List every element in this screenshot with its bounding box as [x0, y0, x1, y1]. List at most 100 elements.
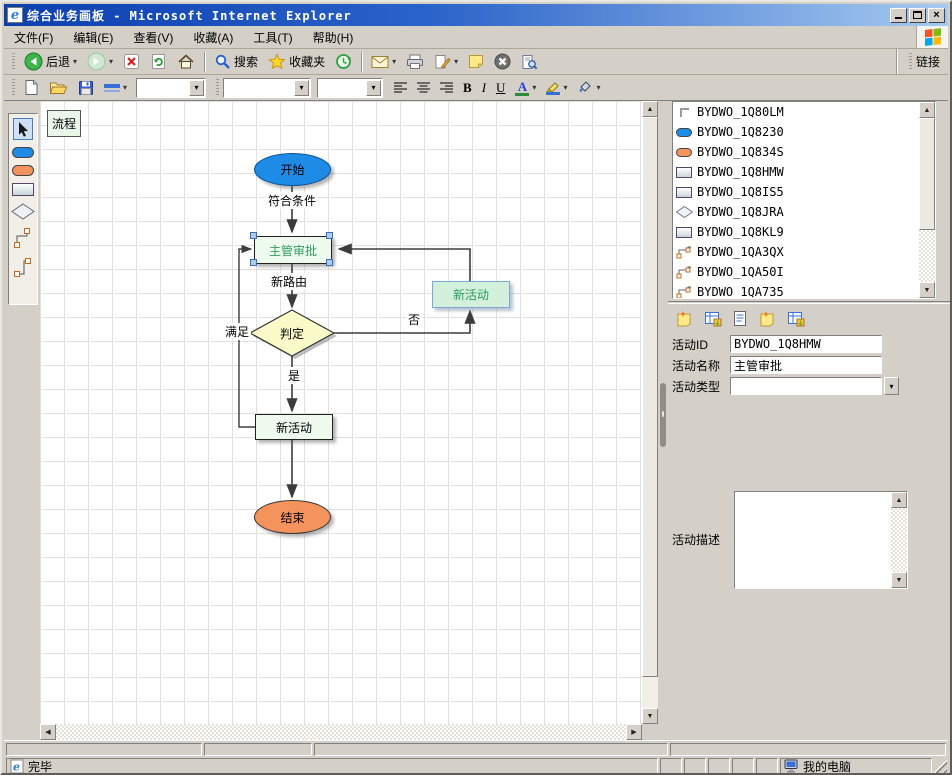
mail-button[interactable]: ▾ — [366, 51, 401, 73]
node-end[interactable]: 结束 — [254, 500, 331, 534]
scroll-left-button[interactable]: ◀ — [40, 724, 56, 740]
menu-file[interactable]: 文件(F) — [4, 26, 63, 49]
menu-edit[interactable]: 编辑(E) — [63, 26, 123, 49]
start-shape-tool[interactable] — [12, 147, 34, 158]
back-button[interactable]: 后退 ▾ — [19, 51, 82, 73]
list-item[interactable]: BYDWO_1QA50I — [673, 262, 935, 282]
print-button[interactable] — [401, 51, 429, 73]
scrollbar-thumb[interactable] — [642, 117, 658, 677]
new-route-button[interactable] — [755, 308, 779, 328]
combo-dropdown-icon[interactable]: ▾ — [189, 80, 204, 96]
scrollbar-track[interactable] — [56, 724, 626, 740]
links-toolbar-grip[interactable] — [909, 53, 912, 71]
search-button[interactable]: 搜索 — [209, 51, 263, 73]
stop-button[interactable] — [118, 51, 145, 73]
line-style-combobox[interactable]: ▾ — [136, 78, 206, 98]
scrollbar-thumb[interactable] — [919, 118, 935, 230]
canvas-vertical-scrollbar[interactable]: ▲ ▼ — [642, 101, 658, 724]
canvas-horizontal-scrollbar[interactable]: ◀ ▶ — [40, 724, 642, 740]
menu-tools[interactable]: 工具(T) — [243, 26, 302, 49]
line-width-button[interactable]: ▾ — [99, 77, 132, 99]
align-left-button[interactable] — [389, 77, 412, 99]
minimize-button[interactable] — [890, 8, 907, 23]
discuss-button[interactable] — [463, 51, 489, 73]
messenger-button[interactable] — [489, 51, 516, 73]
italic-button[interactable]: I — [477, 77, 491, 99]
font-color-button[interactable]: A ▾ — [510, 77, 541, 99]
save-route-button[interactable] — [784, 308, 808, 328]
scroll-up-button[interactable]: ▲ — [642, 101, 658, 117]
textarea-scrollbar[interactable]: ▲ ▼ — [891, 492, 907, 588]
list-scrollbar[interactable]: ▲ ▼ — [919, 102, 935, 298]
title-bar[interactable]: e 综合业务画板 - Microsoft Internet Explorer × — [4, 4, 948, 26]
activity-id-input[interactable] — [730, 335, 882, 353]
history-button[interactable] — [330, 51, 357, 73]
highlight-button[interactable]: ▾ — [541, 77, 572, 99]
list-item[interactable]: BYDWO_1Q8KL9 — [673, 222, 935, 242]
node-activity[interactable]: 新活动 — [255, 414, 333, 440]
flowchart-canvas[interactable]: 流程 开始 主管审批 判定 新活动 结束 新活动 符合条件 新路由 否 是 满足 — [40, 101, 642, 724]
activity-type-combobox[interactable] — [730, 377, 882, 395]
maximize-button[interactable] — [909, 8, 926, 23]
open-button[interactable] — [44, 77, 73, 99]
toolbar-grip[interactable] — [12, 53, 15, 71]
decision-shape-tool[interactable] — [11, 203, 35, 220]
end-shape-tool[interactable] — [12, 165, 34, 176]
view-document-button[interactable] — [730, 308, 750, 328]
panel-splitter[interactable] — [658, 101, 668, 740]
new-document-button[interactable] — [19, 77, 44, 99]
scroll-up-button[interactable]: ▲ — [891, 492, 907, 508]
close-button[interactable]: × — [928, 8, 945, 23]
save-button[interactable] — [73, 77, 99, 99]
node-decision[interactable]: 判定 — [250, 321, 334, 345]
node-new-activity-floating[interactable]: 新活动 — [432, 281, 510, 308]
fill-color-button[interactable]: ▾ — [572, 77, 605, 99]
connector-tool-1[interactable] — [13, 227, 33, 249]
node-approval[interactable]: 主管审批 — [254, 236, 332, 264]
font-family-combobox[interactable]: ▾ — [223, 78, 311, 98]
list-item[interactable]: BYDWO_1Q8230 — [673, 122, 935, 142]
splitter-grip[interactable] — [660, 383, 666, 447]
selection-handle[interactable] — [326, 232, 333, 239]
selection-handle[interactable] — [326, 259, 333, 266]
align-right-button[interactable] — [435, 77, 458, 99]
activity-type-dropdown-button[interactable]: ▾ — [884, 377, 899, 395]
combo-dropdown-icon[interactable]: ▾ — [366, 80, 381, 96]
research-button[interactable] — [516, 51, 543, 73]
connector-tool-2[interactable] — [13, 256, 33, 278]
favorites-button[interactable]: 收藏夹 — [263, 51, 330, 73]
menu-view[interactable]: 查看(V) — [123, 26, 183, 49]
scroll-down-button[interactable]: ▼ — [919, 282, 935, 298]
new-activity-button[interactable] — [672, 308, 696, 328]
refresh-button[interactable] — [145, 51, 172, 73]
list-item[interactable]: BYDWO_1Q80LM — [673, 102, 935, 122]
scroll-down-button[interactable]: ▼ — [891, 572, 907, 588]
combo-dropdown-icon[interactable]: ▾ — [294, 80, 309, 96]
menu-favorites[interactable]: 收藏(A) — [183, 26, 243, 49]
scroll-down-button[interactable]: ▼ — [642, 708, 658, 724]
shape-listbox[interactable]: BYDWO_1Q80LM BYDWO_1Q8230 BYDWO_1Q834S B… — [672, 101, 936, 299]
tab-process[interactable]: 流程 — [47, 110, 81, 137]
list-item[interactable]: BYDWO_1Q8IS5 — [673, 182, 935, 202]
menu-help[interactable]: 帮助(H) — [303, 26, 364, 49]
scroll-right-button[interactable]: ▶ — [626, 724, 642, 740]
underline-button[interactable]: U — [491, 77, 510, 99]
list-item[interactable]: BYDWO_1Q8HMW — [673, 162, 935, 182]
node-start[interactable]: 开始 — [254, 153, 331, 186]
list-item[interactable]: BYDWO_1QA3QX — [673, 242, 935, 262]
activity-name-input[interactable] — [730, 356, 882, 374]
toolbar-grip[interactable] — [216, 79, 219, 97]
toolbar-grip[interactable] — [12, 79, 15, 97]
selection-handle[interactable] — [250, 232, 257, 239]
edit-button[interactable]: ▾ — [429, 51, 463, 73]
forward-button[interactable]: ▾ — [82, 51, 118, 73]
list-item[interactable]: BYDWO_1QA735 — [673, 282, 935, 299]
selection-handle[interactable] — [250, 259, 257, 266]
links-label[interactable]: 链接 — [916, 53, 940, 70]
activity-shape-tool[interactable] — [12, 183, 34, 196]
bold-button[interactable]: B — [458, 77, 477, 99]
resize-grip[interactable] — [934, 758, 947, 774]
list-item[interactable]: BYDWO_1Q8JRA — [673, 202, 935, 222]
align-center-button[interactable] — [412, 77, 435, 99]
activity-desc-textarea[interactable]: ▲ ▼ — [734, 491, 908, 589]
